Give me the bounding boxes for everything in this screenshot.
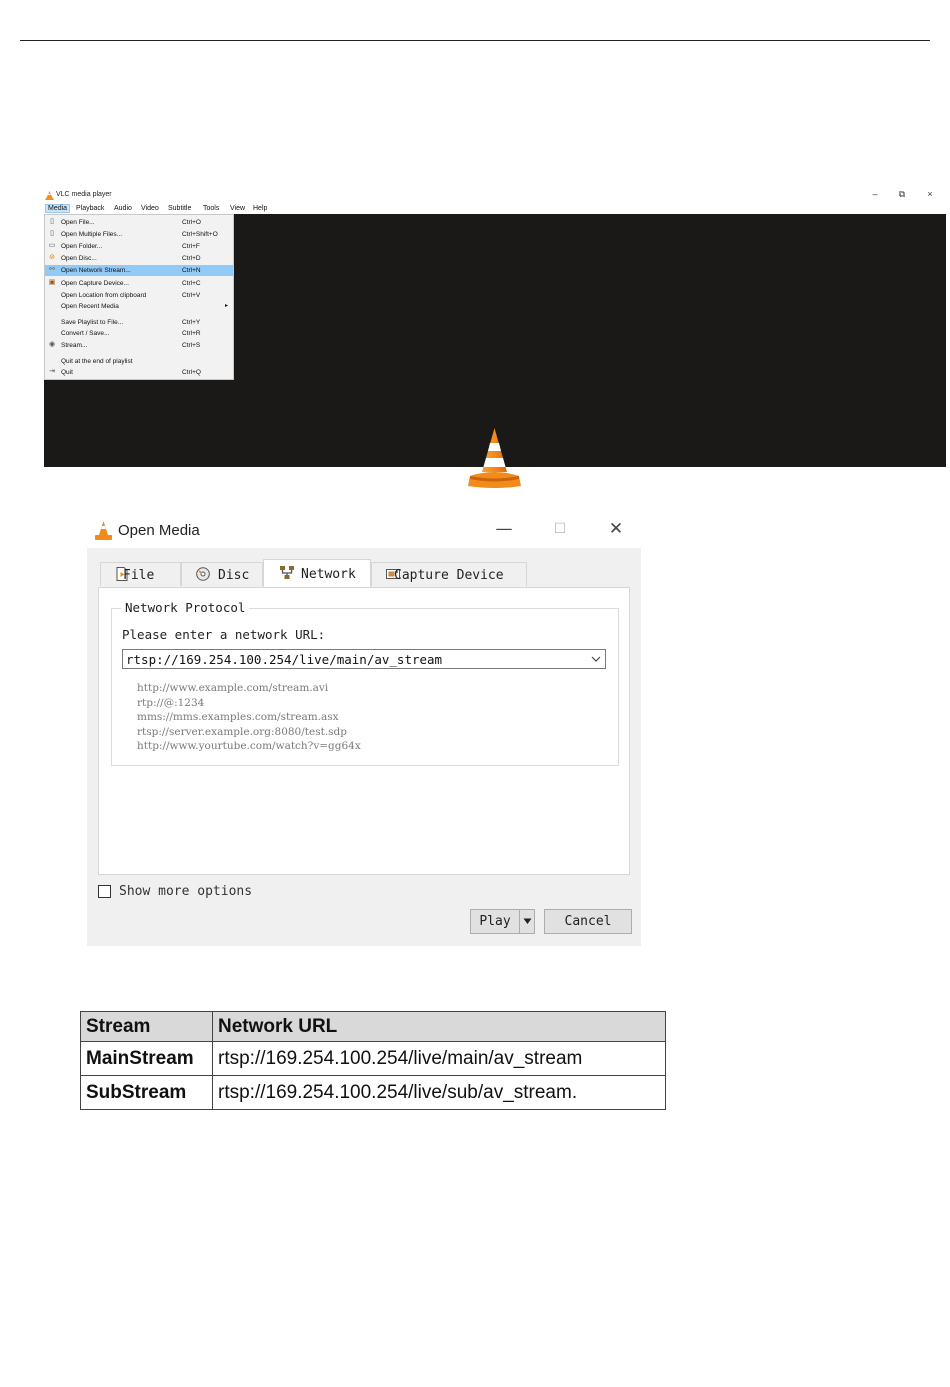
play-button[interactable]: Play	[470, 909, 520, 934]
table-row: MainStream rtsp://169.254.100.254/live/m…	[80, 1041, 666, 1076]
minimize-button[interactable]: —	[493, 519, 515, 539]
menu-subtitle[interactable]: Subtitle	[168, 205, 191, 212]
menu-tools[interactable]: Tools	[203, 205, 219, 212]
network-icon	[280, 566, 294, 579]
menu-item-quit-end-of-playlist[interactable]: Quit at the end of playlist	[45, 356, 233, 367]
cancel-button[interactable]: Cancel	[544, 909, 632, 934]
chevron-down-icon[interactable]	[590, 653, 602, 665]
capture-icon: ▣	[48, 279, 56, 286]
menu-item-open-capture-device[interactable]: ▣ Open Capture Device... Ctrl+C	[45, 278, 233, 289]
close-button[interactable]: ✕	[605, 519, 627, 539]
open-media-dialog: Open Media — ☐ ✕ File Disc Network Captu…	[87, 513, 641, 946]
vlc-main-window: VLC media player – ⧉ × Media Playback Au…	[44, 188, 946, 488]
play-dropdown-button[interactable]	[519, 909, 535, 934]
vlc-titlebar[interactable]: VLC media player – ⧉ ×	[44, 188, 946, 203]
stream-icon: ◉	[48, 341, 56, 348]
tab-disc[interactable]: Disc	[181, 562, 263, 586]
network-url-value: rtsp://169.254.100.254/live/main/av_stre…	[126, 652, 443, 667]
table-header-stream: Stream	[80, 1011, 213, 1042]
menu-view[interactable]: View	[230, 205, 245, 212]
url-example: rtp://@:1234	[137, 696, 205, 709]
network-icon: ⚯	[49, 266, 55, 273]
tab-capture-device[interactable]: Capture Device	[371, 562, 527, 586]
menu-item-open-folder[interactable]: ▭ Open Folder... Ctrl+F	[45, 241, 233, 252]
minimize-button[interactable]: –	[868, 189, 882, 199]
url-prompt-label: Please enter a network URL:	[122, 627, 326, 642]
menu-item-convert-save[interactable]: Convert / Save... Ctrl+R	[45, 328, 233, 339]
stream-url: rtsp://169.254.100.254/live/sub/av_strea…	[212, 1075, 666, 1110]
url-example: mms://mms.examples.com/stream.asx	[137, 711, 339, 723]
tab-file[interactable]: File	[100, 562, 181, 586]
show-more-options-checkbox[interactable]	[98, 885, 111, 898]
disc-icon	[196, 567, 210, 581]
menu-audio[interactable]: Audio	[114, 205, 132, 212]
vlc-cone-icon	[45, 191, 54, 200]
dialog-title: Open Media	[118, 522, 200, 539]
caret-down-icon	[523, 918, 531, 924]
stream-name: MainStream	[80, 1041, 213, 1076]
vlc-window-title: VLC media player	[56, 191, 112, 198]
tab-network[interactable]: Network	[263, 559, 371, 587]
table-header-network-url: Network URL	[212, 1011, 666, 1042]
menu-item-open-network-stream[interactable]: ⚯ Open Network Stream... Ctrl+N	[45, 265, 233, 276]
menu-item-stream[interactable]: ◉ Stream... Ctrl+S	[45, 340, 233, 351]
url-example: http://www.example.com/stream.avi	[137, 682, 329, 694]
network-protocol-group: Network Protocol Please enter a network …	[111, 600, 619, 766]
menu-help[interactable]: Help	[253, 205, 267, 212]
menu-item-save-playlist[interactable]: Save Playlist to File... Ctrl+Y	[45, 317, 233, 328]
menu-item-quit[interactable]: ⇥ Quit Ctrl+Q	[45, 367, 233, 378]
dialog-titlebar[interactable]: Open Media — ☐ ✕	[87, 513, 641, 548]
url-example: rtsp://server.example.org:8080/test.sdp	[137, 725, 347, 738]
vlc-cone-logo	[468, 428, 521, 488]
stream-url: rtsp://169.254.100.254/live/main/av_stre…	[212, 1041, 666, 1076]
show-more-options-label[interactable]: Show more options	[119, 884, 252, 899]
file-icon: ▯	[50, 218, 54, 225]
submenu-arrow-icon: ▸	[225, 303, 229, 309]
maximize-button: ☐	[553, 521, 567, 537]
menu-playback[interactable]: Playback	[76, 205, 104, 212]
close-button[interactable]: ×	[923, 189, 937, 199]
menu-item-open-disc[interactable]: ⊘ Open Disc... Ctrl+D	[45, 253, 233, 264]
network-url-combobox[interactable]: rtsp://169.254.100.254/live/main/av_stre…	[122, 649, 606, 669]
vlc-cone-icon	[95, 521, 112, 540]
url-examples: http://www.example.com/stream.avi rtp://…	[137, 681, 361, 754]
network-panel: Network Protocol Please enter a network …	[98, 587, 630, 875]
restore-button[interactable]: ⧉	[895, 189, 909, 200]
menu-item-open-file[interactable]: ▯ Open File... Ctrl+O	[45, 217, 233, 228]
table-row: SubStream rtsp://169.254.100.254/live/su…	[80, 1075, 666, 1110]
folder-icon: ▭	[48, 242, 56, 249]
group-title: Network Protocol	[121, 600, 250, 615]
url-example: http://www.yourtube.com/watch?v=gg64x	[137, 740, 361, 752]
disc-icon: ⊘	[49, 254, 55, 261]
media-dropdown-menu: ▯ Open File... Ctrl+O ▯ Open Multiple Fi…	[44, 214, 234, 380]
table-header-row: Stream Network URL	[80, 1011, 666, 1042]
quit-icon: ⇥	[49, 368, 55, 375]
menu-video[interactable]: Video	[141, 205, 159, 212]
menu-item-open-multiple-files[interactable]: ▯ Open Multiple Files... Ctrl+Shift+O	[45, 229, 233, 240]
menu-item-open-location-clipboard[interactable]: Open Location from clipboard Ctrl+V	[45, 290, 233, 301]
page-top-rule	[20, 40, 930, 41]
vlc-menubar: Media Playback Audio Video Subtitle Tool…	[44, 203, 284, 214]
menu-item-open-recent-media[interactable]: Open Recent Media ▸	[45, 301, 233, 312]
stream-url-table: Stream Network URL MainStream rtsp://169…	[80, 1011, 666, 1110]
menu-media[interactable]: Media	[45, 204, 71, 213]
files-icon: ▯	[50, 230, 54, 237]
stream-name: SubStream	[80, 1075, 213, 1110]
